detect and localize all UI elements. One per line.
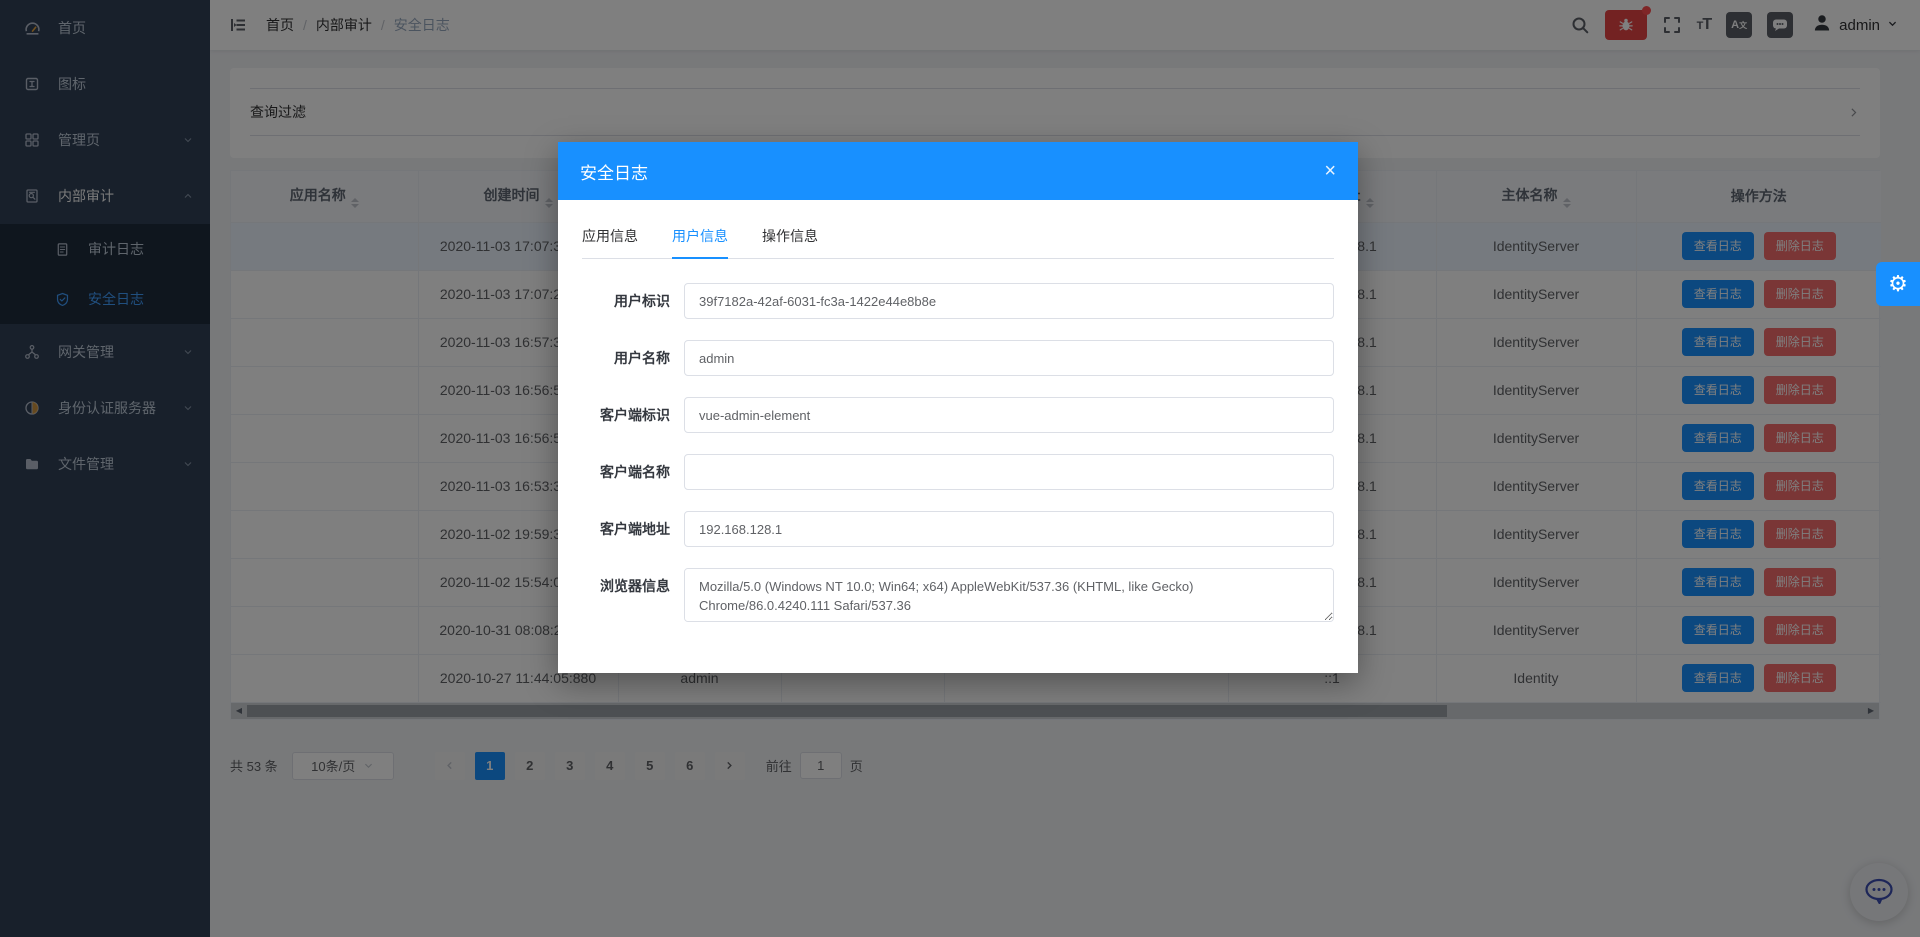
modal-tab[interactable]: 用户信息 (672, 226, 728, 258)
field-label: 用户标识 (582, 283, 670, 319)
field-input[interactable] (684, 511, 1334, 547)
field-label: 客户端地址 (582, 511, 670, 547)
field-label: 客户端标识 (582, 397, 670, 433)
field-input[interactable] (684, 397, 1334, 433)
form-row: 客户端标识 (582, 397, 1334, 433)
field-input[interactable] (684, 568, 1334, 622)
form-row: 客户端地址 (582, 511, 1334, 547)
gear-icon: ⚙ (1888, 271, 1908, 297)
form-row: 用户标识 (582, 283, 1334, 319)
field-label: 客户端名称 (582, 454, 670, 490)
field-input[interactable] (684, 340, 1334, 376)
settings-button[interactable]: ⚙ (1876, 262, 1920, 306)
modal-form: 用户标识用户名称客户端标识客户端名称客户端地址浏览器信息 (582, 283, 1334, 622)
form-row: 浏览器信息 (582, 568, 1334, 622)
field-label: 浏览器信息 (582, 568, 670, 604)
field-label: 用户名称 (582, 340, 670, 376)
modal-title: 安全日志 (580, 159, 648, 184)
field-input[interactable] (684, 454, 1334, 490)
modal-header: 安全日志 × (558, 142, 1358, 200)
modal-tab[interactable]: 操作信息 (762, 226, 818, 258)
modal-tabs: 应用信息 用户信息 操作信息 (582, 226, 1334, 259)
form-row: 客户端名称 (582, 454, 1334, 490)
close-icon[interactable]: × (1324, 161, 1336, 181)
modal-tab[interactable]: 应用信息 (582, 226, 638, 258)
form-row: 用户名称 (582, 340, 1334, 376)
field-input[interactable] (684, 283, 1334, 319)
security-log-modal: 安全日志 × 应用信息 用户信息 操作信息 用户标识用户名称客户端标识客户端名称客户… (558, 142, 1358, 673)
modal-body: 应用信息 用户信息 操作信息 用户标识用户名称客户端标识客户端名称客户端地址浏览器信… (558, 200, 1358, 622)
